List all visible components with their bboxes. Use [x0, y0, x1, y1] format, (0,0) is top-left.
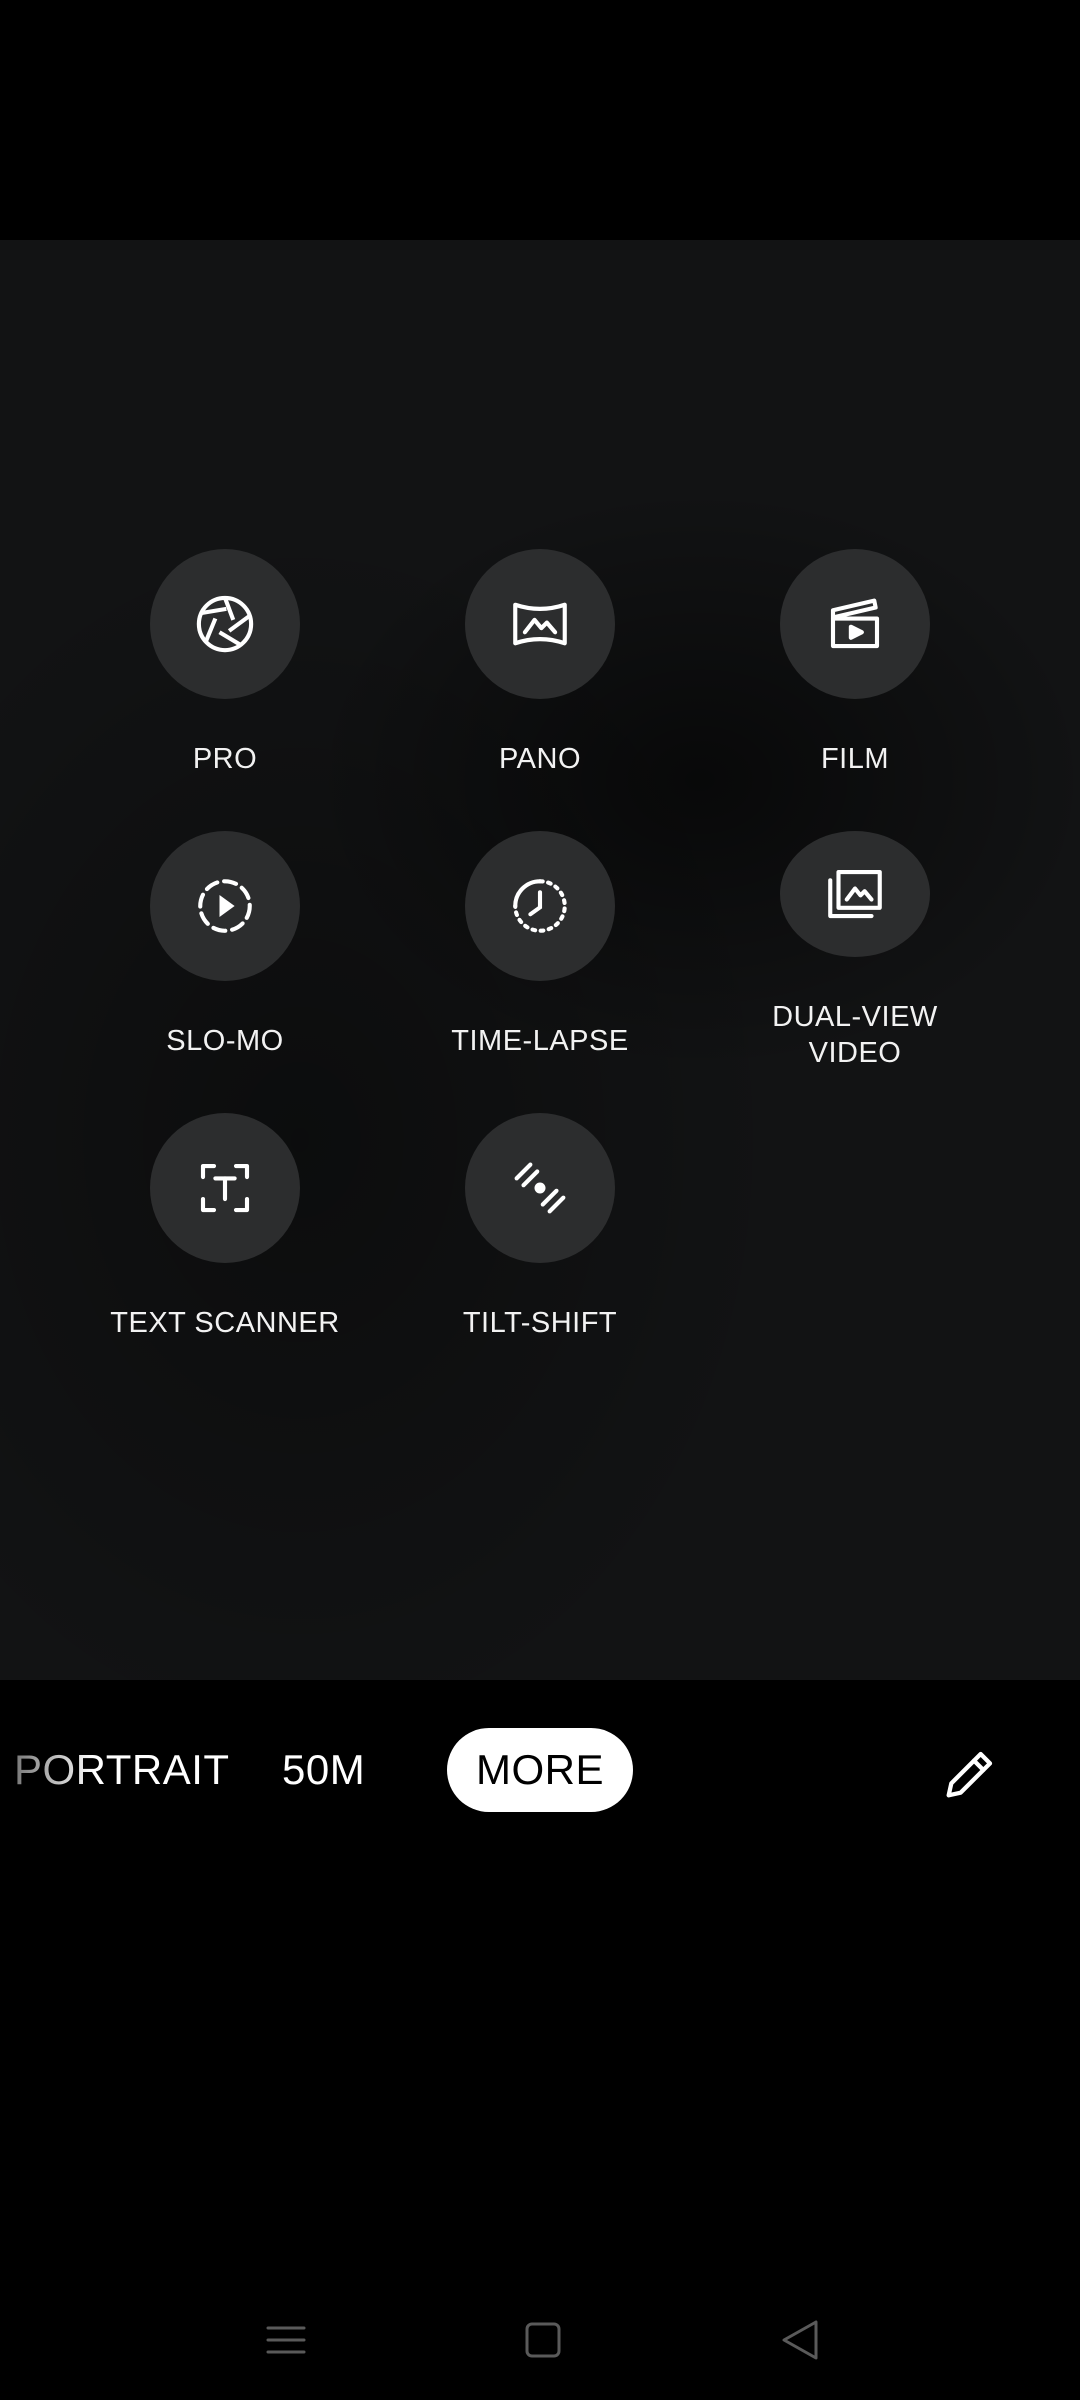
mode-pano-label: PANO — [498, 743, 582, 775]
triangle-back-icon — [782, 2320, 818, 2360]
mode-film-label: FILM — [820, 743, 890, 775]
mode-film[interactable]: FILM — [705, 549, 1005, 789]
mode-pano-circle[interactable] — [465, 549, 615, 699]
dual-view-icon — [828, 869, 882, 919]
nav-home-button[interactable] — [513, 2310, 573, 2370]
nav-menu-button[interactable] — [256, 2310, 316, 2370]
mode-strip-portrait[interactable]: PORTRAIT — [14, 1728, 230, 1812]
mode-text-scanner-label: TEXT SCANNER — [110, 1307, 340, 1339]
system-nav-bar — [0, 2280, 1080, 2390]
panorama-icon — [513, 602, 567, 646]
mode-pro-label: PRO — [192, 743, 258, 775]
mode-time-lapse[interactable]: TIME-LAPSE — [390, 831, 690, 1071]
mode-time-lapse-circle[interactable] — [465, 831, 615, 981]
tilt-shift-icon — [514, 1162, 566, 1214]
mode-tilt-shift-label: TILT-SHIFT — [462, 1307, 618, 1339]
slow-motion-icon — [198, 879, 252, 933]
mode-film-circle[interactable] — [780, 549, 930, 699]
mode-time-lapse-label: TIME-LAPSE — [451, 1025, 629, 1057]
text-scan-icon — [200, 1163, 250, 1213]
mode-text-scanner-circle[interactable] — [150, 1113, 300, 1263]
mode-strip-50m[interactable]: 50M — [282, 1728, 365, 1812]
time-lapse-icon — [513, 879, 567, 933]
aperture-icon — [196, 595, 254, 653]
menu-lines-icon — [266, 2326, 306, 2354]
mode-dual-view-label: DUAL-VIEW VIDEO — [772, 1001, 938, 1069]
mode-pro[interactable]: PRO — [75, 549, 375, 789]
edit-modes-button[interactable] — [938, 1742, 1002, 1806]
mode-text-scanner[interactable]: TEXT SCANNER — [75, 1113, 375, 1353]
mode-strip-more[interactable]: MORE — [447, 1728, 633, 1812]
more-modes-grid: PRO PANO FILM SLO-MO TIME-LAPSE DUAL-VIE… — [0, 240, 1080, 1680]
mode-dual-view-circle[interactable] — [780, 831, 930, 957]
mode-tilt-shift-circle[interactable] — [465, 1113, 615, 1263]
clapperboard-icon — [830, 598, 880, 649]
pencil-icon — [946, 1751, 993, 1798]
mode-dual-view-video[interactable]: DUAL-VIEW VIDEO — [705, 831, 1005, 1071]
mode-pano[interactable]: PANO — [390, 549, 690, 789]
square-home-icon — [525, 2322, 561, 2358]
nav-back-button[interactable] — [772, 2310, 832, 2370]
mode-slo-mo[interactable]: SLO-MO — [75, 831, 375, 1071]
camera-mode-strip: PORTRAIT 50M MORE — [0, 1728, 1080, 1828]
mode-slo-mo-circle[interactable] — [150, 831, 300, 981]
top-bar — [0, 0, 1080, 240]
mode-slo-mo-label: SLO-MO — [166, 1025, 284, 1057]
mode-tilt-shift[interactable]: TILT-SHIFT — [390, 1113, 690, 1353]
viewfinder: PRO PANO FILM SLO-MO TIME-LAPSE DUAL-VIE… — [0, 240, 1080, 1680]
mode-pro-circle[interactable] — [150, 549, 300, 699]
